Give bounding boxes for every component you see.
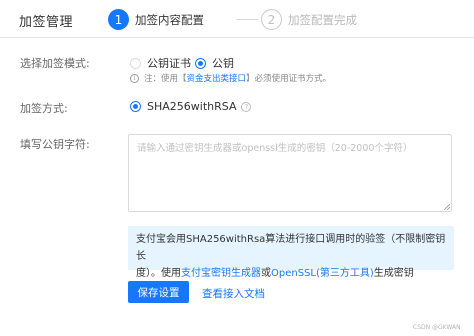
step-1-label: 加签内容配置 xyxy=(135,12,204,27)
radio-public-key-cert[interactable]: 公钥证书 xyxy=(130,55,191,71)
radio-public-key-label: 公钥 xyxy=(212,57,234,70)
sign-mode-label: 选择加签模式: xyxy=(20,57,90,70)
radio-public-key-cert-dot[interactable] xyxy=(130,57,141,69)
radio-sha256withrsa-dot[interactable] xyxy=(130,101,141,112)
info-icon: i xyxy=(130,73,139,83)
note-suffix: 必须使用证书方式。 xyxy=(254,74,332,84)
step-2: 2 加签配置完成 xyxy=(261,9,357,30)
tip-line-2-prefix: 度）。使用 xyxy=(136,268,181,279)
tip-suffix: 生成密钥 xyxy=(373,268,414,279)
view-docs-link[interactable]: 查看接入文档 xyxy=(202,286,265,301)
save-settings-button[interactable]: 保存设置 xyxy=(128,281,189,303)
radio-sha256withrsa-label: SHA256withRSA xyxy=(147,100,237,113)
fund-payout-api-link[interactable]: 资金支出类接口 xyxy=(187,72,247,84)
step-1-number: 1 xyxy=(108,9,129,30)
tip-line-1: 支付宝会用SHA256withRsa算法进行接口调用时的验签（不限制密钥长 xyxy=(136,234,446,262)
tip-or: 或 xyxy=(261,268,271,279)
step-connector xyxy=(236,19,258,20)
alipay-key-generator-link[interactable]: 支付宝密钥生成器 xyxy=(181,268,261,279)
radio-public-key[interactable]: 公钥 xyxy=(195,55,234,71)
public-key-textarea[interactable] xyxy=(128,134,452,212)
openssl-link[interactable]: OpenSSL(第三方工具) xyxy=(271,268,374,279)
sign-method-label: 加签方式: xyxy=(20,102,68,115)
step-2-label: 加签配置完成 xyxy=(288,12,357,27)
tip-line-2: 度）。使用支付宝密钥生成器或OpenSSL(第三方工具)生成密钥 xyxy=(136,265,446,282)
page-title: 加签管理 xyxy=(19,15,74,30)
header: 加签管理 1 加签内容配置 2 加签配置完成 xyxy=(0,0,474,38)
watermark: CSDN @GKWAN xyxy=(413,324,461,331)
note-prefix: 注：使用 xyxy=(144,74,179,84)
resize-grip-icon[interactable] xyxy=(444,204,450,210)
public-key-label: 填写公钥字符: xyxy=(20,138,90,151)
step-1: 1 加签内容配置 xyxy=(108,9,204,30)
signature-tip: 支付宝会用SHA256withRsa算法进行接口调用时的验签（不限制密钥长 度）… xyxy=(128,226,454,279)
step-2-number: 2 xyxy=(261,9,282,30)
radio-public-key-dot[interactable] xyxy=(195,57,206,69)
radio-public-key-cert-label: 公钥证书 xyxy=(147,57,191,70)
sign-mode-note: i 注：使用 【 资金支出类接口 】 必须使用证书方式。 xyxy=(130,72,331,84)
radio-sha256withrsa[interactable]: SHA256withRSA ? xyxy=(130,100,252,113)
note-bracket-open: 【 xyxy=(178,74,187,84)
note-bracket-close: 】 xyxy=(246,74,255,84)
help-icon[interactable]: ? xyxy=(241,101,252,112)
